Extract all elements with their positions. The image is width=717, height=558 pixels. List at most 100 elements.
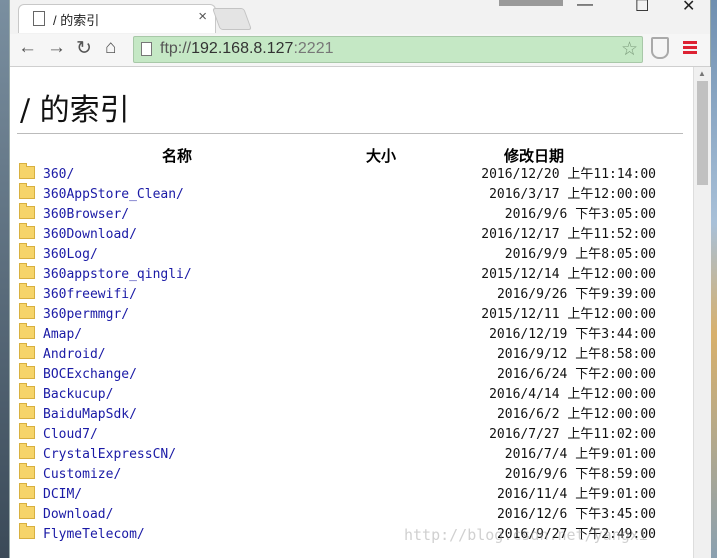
folder-link[interactable]: CrystalExpressCN/ bbox=[43, 447, 176, 462]
profile-chip[interactable] bbox=[499, 0, 563, 6]
folder-link[interactable]: 360Browser/ bbox=[43, 207, 129, 222]
name-cell: CrystalExpressCN/ bbox=[18, 443, 358, 465]
table-row: 360freewifi/2016/9/26 下午9:39:00 bbox=[18, 283, 656, 305]
column-header-date[interactable]: 修改日期 bbox=[504, 145, 564, 166]
folder-link[interactable]: 360Log/ bbox=[43, 247, 98, 262]
title-bar: / 的索引 × — ☐ ✕ bbox=[10, 0, 710, 34]
page-title: / 的索引 bbox=[20, 93, 130, 128]
home-icon[interactable]: ⌂ bbox=[105, 37, 116, 59]
folder-icon bbox=[19, 263, 35, 279]
menu-icon[interactable] bbox=[683, 41, 697, 56]
bookmark-star-icon[interactable]: ☆ bbox=[621, 38, 638, 61]
table-row: Download/2016/12/6 下午3:45:00 bbox=[18, 503, 656, 525]
name-cell: 360/ bbox=[18, 163, 358, 185]
table-row: 360permmgr/2015/12/11 上午12:00:00 bbox=[18, 303, 656, 325]
table-row: Customize/2016/9/6 下午8:59:00 bbox=[18, 463, 656, 485]
folder-icon bbox=[19, 163, 35, 179]
table-row: 360Log/2016/9/9 上午8:05:00 bbox=[18, 243, 656, 265]
folder-link[interactable]: Android/ bbox=[43, 347, 106, 362]
size-cell bbox=[358, 165, 448, 185]
size-cell bbox=[358, 445, 448, 465]
column-header-name[interactable]: 名称 bbox=[162, 145, 192, 166]
folder-icon bbox=[19, 363, 35, 379]
date-cell: 2016/12/20 上午11:14:00 bbox=[481, 167, 656, 182]
column-header-size[interactable]: 大小 bbox=[366, 145, 396, 166]
date-cell: 2016/6/2 上午12:00:00 bbox=[496, 407, 656, 422]
name-cell: 360AppStore_Clean/ bbox=[18, 183, 358, 205]
date-cell: 2016/7/4 上午9:01:00 bbox=[504, 447, 656, 462]
name-cell: 360permmgr/ bbox=[18, 303, 358, 325]
table-row: 360Browser/2016/9/6 下午3:05:00 bbox=[18, 203, 656, 225]
scrollbar[interactable]: ▲ bbox=[693, 67, 711, 558]
name-cell: 360Download/ bbox=[18, 223, 358, 245]
reload-icon[interactable]: ↻ bbox=[76, 37, 92, 60]
folder-link[interactable]: FlymeTelecom/ bbox=[43, 527, 145, 542]
folder-link[interactable]: 360appstore_qingli/ bbox=[43, 267, 192, 282]
size-cell bbox=[358, 385, 448, 405]
folder-icon bbox=[19, 503, 35, 519]
table-row: Amap/2016/12/19 下午3:44:00 bbox=[18, 323, 656, 345]
folder-link[interactable]: DCIM/ bbox=[43, 487, 82, 502]
maximize-icon[interactable]: ☐ bbox=[635, 0, 649, 16]
date-cell: 2016/9/26 下午9:39:00 bbox=[496, 287, 656, 302]
folder-link[interactable]: Amap/ bbox=[43, 327, 82, 342]
forward-icon[interactable]: → bbox=[47, 37, 66, 59]
folder-link[interactable]: 360permmgr/ bbox=[43, 307, 129, 322]
folder-icon bbox=[19, 283, 35, 299]
scrollbar-thumb[interactable] bbox=[697, 81, 708, 185]
minimize-icon[interactable]: — bbox=[577, 0, 593, 14]
shield-icon[interactable] bbox=[651, 37, 669, 59]
size-cell bbox=[358, 325, 448, 345]
table-row: 360AppStore_Clean/2016/3/17 上午12:00:00 bbox=[18, 183, 656, 205]
new-tab-button[interactable] bbox=[211, 8, 253, 30]
directory-listing: 360/2016/12/20 上午11:14:00 360AppStore_Cle… bbox=[18, 163, 656, 545]
folder-link[interactable]: BaiduMapSdk/ bbox=[43, 407, 137, 422]
date-cell: 2015/12/11 上午12:00:00 bbox=[481, 307, 656, 322]
tab-close-icon[interactable]: × bbox=[198, 8, 207, 25]
date-cell: 2016/9/12 上午8:58:00 bbox=[496, 347, 656, 362]
size-cell bbox=[358, 185, 448, 205]
table-row: Backucup/2016/4/14 上午12:00:00 bbox=[18, 383, 656, 405]
date-cell: 2016/9/6 下午8:59:00 bbox=[504, 467, 656, 482]
size-cell bbox=[358, 505, 448, 525]
date-cell: 2016/12/19 下午3:44:00 bbox=[489, 327, 656, 342]
back-icon[interactable]: ← bbox=[18, 37, 37, 59]
desktop-background-left bbox=[0, 0, 9, 558]
folder-link[interactable]: Download/ bbox=[43, 507, 113, 522]
folder-icon bbox=[19, 303, 35, 319]
size-cell bbox=[358, 265, 448, 285]
folder-link[interactable]: 360/ bbox=[43, 167, 74, 182]
date-cell: 2016/3/17 上午12:00:00 bbox=[489, 187, 656, 202]
size-cell bbox=[358, 365, 448, 385]
folder-link[interactable]: BOCExchange/ bbox=[43, 367, 137, 382]
folder-link[interactable]: 360AppStore_Clean/ bbox=[43, 187, 184, 202]
size-cell bbox=[358, 205, 448, 225]
name-cell: 360Browser/ bbox=[18, 203, 358, 225]
folder-icon bbox=[19, 443, 35, 459]
folder-icon bbox=[19, 463, 35, 479]
folder-link[interactable]: Backucup/ bbox=[43, 387, 113, 402]
size-cell bbox=[358, 465, 448, 485]
tab-active[interactable]: / 的索引 × bbox=[18, 4, 216, 33]
date-cell: 2016/9/6 下午3:05:00 bbox=[504, 207, 656, 222]
name-cell: BaiduMapSdk/ bbox=[18, 403, 358, 425]
folder-link[interactable]: Cloud7/ bbox=[43, 427, 98, 442]
folder-link[interactable]: 360Download/ bbox=[43, 227, 137, 242]
scroll-up-icon[interactable]: ▲ bbox=[698, 69, 706, 78]
table-row: DCIM/2016/11/4 上午9:01:00 bbox=[18, 483, 656, 505]
folder-icon bbox=[19, 323, 35, 339]
size-cell bbox=[358, 285, 448, 305]
size-cell bbox=[358, 405, 448, 425]
address-bar[interactable]: ftp://192.168.8.127:2221 ☆ bbox=[133, 36, 643, 63]
date-cell: 2016/4/14 上午12:00:00 bbox=[489, 387, 656, 402]
size-cell bbox=[358, 225, 448, 245]
name-cell: 360appstore_qingli/ bbox=[18, 263, 358, 285]
size-cell bbox=[358, 245, 448, 265]
folder-link[interactable]: Customize/ bbox=[43, 467, 121, 482]
date-cell: 2015/12/14 上午12:00:00 bbox=[481, 267, 656, 282]
name-cell: 360freewifi/ bbox=[18, 283, 358, 305]
folder-link[interactable]: 360freewifi/ bbox=[43, 287, 137, 302]
close-window-icon[interactable]: ✕ bbox=[682, 0, 695, 16]
name-cell: Download/ bbox=[18, 503, 358, 525]
name-cell: Android/ bbox=[18, 343, 358, 365]
